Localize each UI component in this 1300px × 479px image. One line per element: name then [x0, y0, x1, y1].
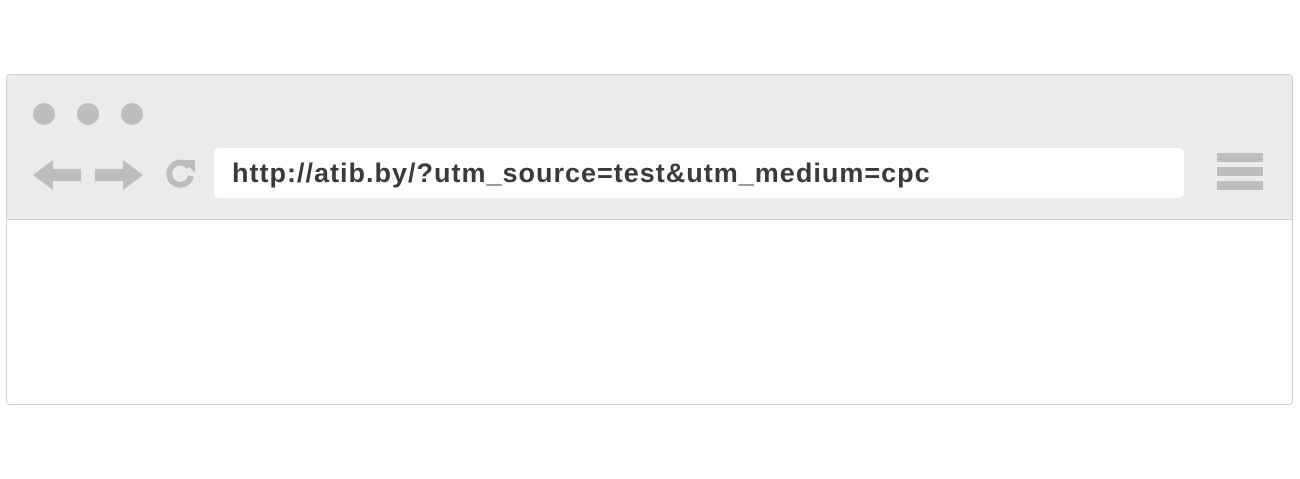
window-control-dot[interactable]: [77, 103, 99, 125]
arrow-left-icon[interactable]: [33, 160, 81, 190]
address-bar[interactable]: http://atib.by/?utm_source=test&utm_medi…: [214, 148, 1184, 198]
browser-window: http://atib.by/?utm_source=test&utm_medi…: [6, 74, 1293, 405]
window-control-dot[interactable]: [33, 103, 55, 125]
url-text: http://atib.by/?utm_source=test&utm_medi…: [232, 157, 931, 188]
hamburger-menu-icon[interactable]: [1217, 153, 1263, 191]
browser-toolbar: http://atib.by/?utm_source=test&utm_medi…: [7, 75, 1292, 220]
window-control-dot[interactable]: [121, 103, 143, 125]
arrow-right-icon[interactable]: [95, 160, 143, 190]
page-content-area: [7, 220, 1292, 404]
reload-icon[interactable]: [163, 157, 197, 191]
